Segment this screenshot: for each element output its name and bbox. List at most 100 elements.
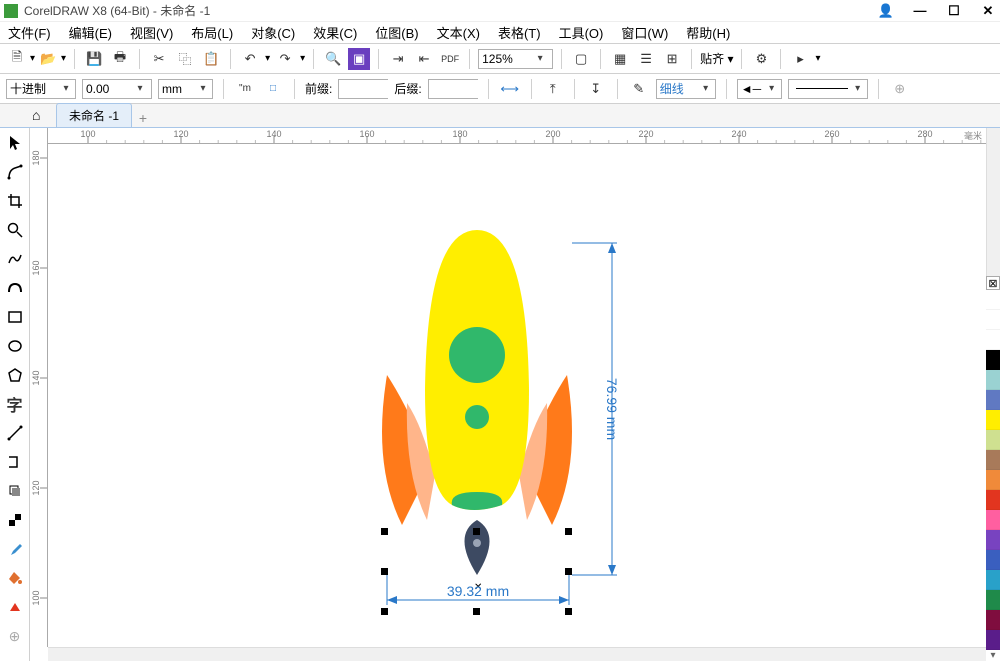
color-swatch[interactable] (986, 290, 1000, 310)
zoom-tool[interactable] (4, 219, 26, 241)
freehand-tool[interactable] (4, 248, 26, 270)
guidelines-button[interactable]: ☰ (635, 48, 657, 70)
page-layout-button[interactable]: ⊞ (661, 48, 683, 70)
open-dropdown[interactable]: ▾ (61, 53, 66, 64)
fullscreen-button[interactable]: ▢ (570, 48, 592, 70)
user-icon[interactable]: 👤 (878, 3, 894, 19)
palette-none-swatch[interactable]: ⊠ (986, 276, 1000, 290)
color-swatch[interactable] (986, 550, 1000, 570)
pick-tool[interactable] (4, 132, 26, 154)
cut-button[interactable]: ✂ (148, 48, 170, 70)
home-tab-icon[interactable]: ⌂ (32, 107, 50, 125)
polygon-tool[interactable] (4, 364, 26, 386)
drop-shadow-tool[interactable] (4, 480, 26, 502)
menu-bitmap[interactable]: 位图(B) (375, 23, 418, 42)
prefix-input[interactable] (342, 80, 388, 98)
value-input[interactable] (86, 80, 134, 98)
snap-dropdown[interactable]: 贴齐 ▾ (700, 50, 733, 67)
menu-view[interactable]: 视图(V) (130, 23, 173, 42)
redo-button[interactable]: ↷ (274, 48, 296, 70)
drawing-canvas[interactable]: ✕ 39.32 mm 76.9 (48, 144, 986, 647)
text-tool[interactable]: 字 (4, 393, 26, 415)
minimize-button[interactable]: — (912, 3, 928, 19)
app-launcher-dropdown[interactable]: ▾ (815, 53, 820, 64)
dimension-height[interactable]: 76.99 mm (572, 243, 620, 575)
ellipse-tool[interactable] (4, 335, 26, 357)
new-button[interactable]: 🗎 (6, 48, 28, 70)
color-swatch[interactable] (986, 590, 1000, 610)
menu-help[interactable]: 帮助(H) (686, 23, 730, 42)
menu-object[interactable]: 对象(C) (251, 23, 295, 42)
color-swatch[interactable] (986, 530, 1000, 550)
pen-icon[interactable]: ✎ (628, 78, 650, 100)
transparency-tool[interactable] (4, 509, 26, 531)
zoom-input[interactable] (482, 50, 534, 68)
launch-button[interactable]: ▣ (348, 48, 370, 70)
text-pos-button[interactable]: ⤒ (542, 78, 564, 100)
expand-toolbox-button[interactable]: ⊕ (4, 625, 26, 647)
connector-tool[interactable] (4, 451, 26, 473)
format-combo[interactable]: 十进制▾ (6, 79, 76, 99)
color-swatch[interactable] (986, 610, 1000, 630)
ext-lines-button[interactable]: ↧ (585, 78, 607, 100)
artistic-media-tool[interactable] (4, 277, 26, 299)
menu-text[interactable]: 文本(X) (437, 23, 480, 42)
color-swatch[interactable] (986, 510, 1000, 530)
close-button[interactable]: ✕ (980, 3, 996, 19)
grid-button[interactable]: ▦ (609, 48, 631, 70)
menu-tools[interactable]: 工具(O) (559, 23, 604, 42)
menu-edit[interactable]: 编辑(E) (69, 23, 112, 42)
undo-button[interactable]: ↶ (239, 48, 261, 70)
unit-combo[interactable]: mm▾ (158, 79, 213, 99)
save-button[interactable]: 💾 (83, 48, 105, 70)
color-swatch[interactable] (986, 310, 1000, 330)
document-tab[interactable]: 未命名 -1 (56, 103, 132, 127)
add-button[interactable]: ⊕ (889, 78, 911, 100)
redo-dropdown[interactable]: ▾ (300, 53, 305, 64)
rectangle-tool[interactable] (4, 306, 26, 328)
menu-table[interactable]: 表格(T) (498, 23, 541, 42)
value-combo[interactable]: ▾ (82, 79, 152, 99)
pdf-button[interactable]: PDF (439, 48, 461, 70)
line-style-combo[interactable]: ▾ (788, 79, 868, 99)
suffix-input[interactable] (432, 80, 478, 98)
menu-effect[interactable]: 效果(C) (313, 23, 357, 42)
vertical-ruler[interactable]: 180160140120100 (30, 128, 48, 647)
arrow-start-combo[interactable]: ◄─▾ (737, 79, 782, 99)
print-button[interactable]: 🖶 (109, 48, 131, 70)
options-button[interactable]: ⚙ (750, 48, 772, 70)
color-swatch[interactable] (986, 410, 1000, 430)
fill-tool[interactable] (4, 567, 26, 589)
dim-style1-button[interactable]: "m (234, 78, 256, 100)
menu-file[interactable]: 文件(F) (8, 23, 51, 42)
dimension-width[interactable]: 39.32 mm (387, 575, 569, 605)
color-swatch[interactable] (986, 350, 1000, 370)
color-swatch[interactable] (986, 430, 1000, 450)
menu-window[interactable]: 窗口(W) (621, 23, 668, 42)
dim-style2-button[interactable]: □ (262, 78, 284, 100)
color-swatch[interactable] (986, 490, 1000, 510)
paste-button[interactable]: 📋 (200, 48, 222, 70)
color-swatch[interactable] (986, 390, 1000, 410)
color-swatch[interactable] (986, 370, 1000, 390)
import-button[interactable]: ⇥ (387, 48, 409, 70)
leader-button[interactable]: ⟷ (499, 78, 521, 100)
color-swatch[interactable] (986, 570, 1000, 590)
crop-tool[interactable] (4, 190, 26, 212)
eyedropper-tool[interactable] (4, 538, 26, 560)
color-swatch[interactable] (986, 630, 1000, 650)
new-tab-button[interactable]: + (134, 109, 152, 127)
shape-tool[interactable] (4, 161, 26, 183)
horizontal-ruler[interactable]: 100120140160180200220240260280 毫米 (48, 128, 986, 144)
zoom-combo[interactable]: ▾ (478, 49, 553, 69)
undo-dropdown[interactable]: ▾ (265, 53, 270, 64)
menu-layout[interactable]: 布局(L) (191, 23, 233, 42)
dimension-tool[interactable] (4, 422, 26, 444)
color-swatch[interactable] (986, 450, 1000, 470)
color-swatch[interactable] (986, 470, 1000, 490)
export-button[interactable]: ⇤ (413, 48, 435, 70)
new-dropdown[interactable]: ▾ (30, 53, 35, 64)
maximize-button[interactable]: ☐ (946, 3, 962, 19)
palette-scroll-down[interactable]: ▾ (986, 650, 1000, 661)
search-button[interactable]: 🔍 (322, 48, 344, 70)
